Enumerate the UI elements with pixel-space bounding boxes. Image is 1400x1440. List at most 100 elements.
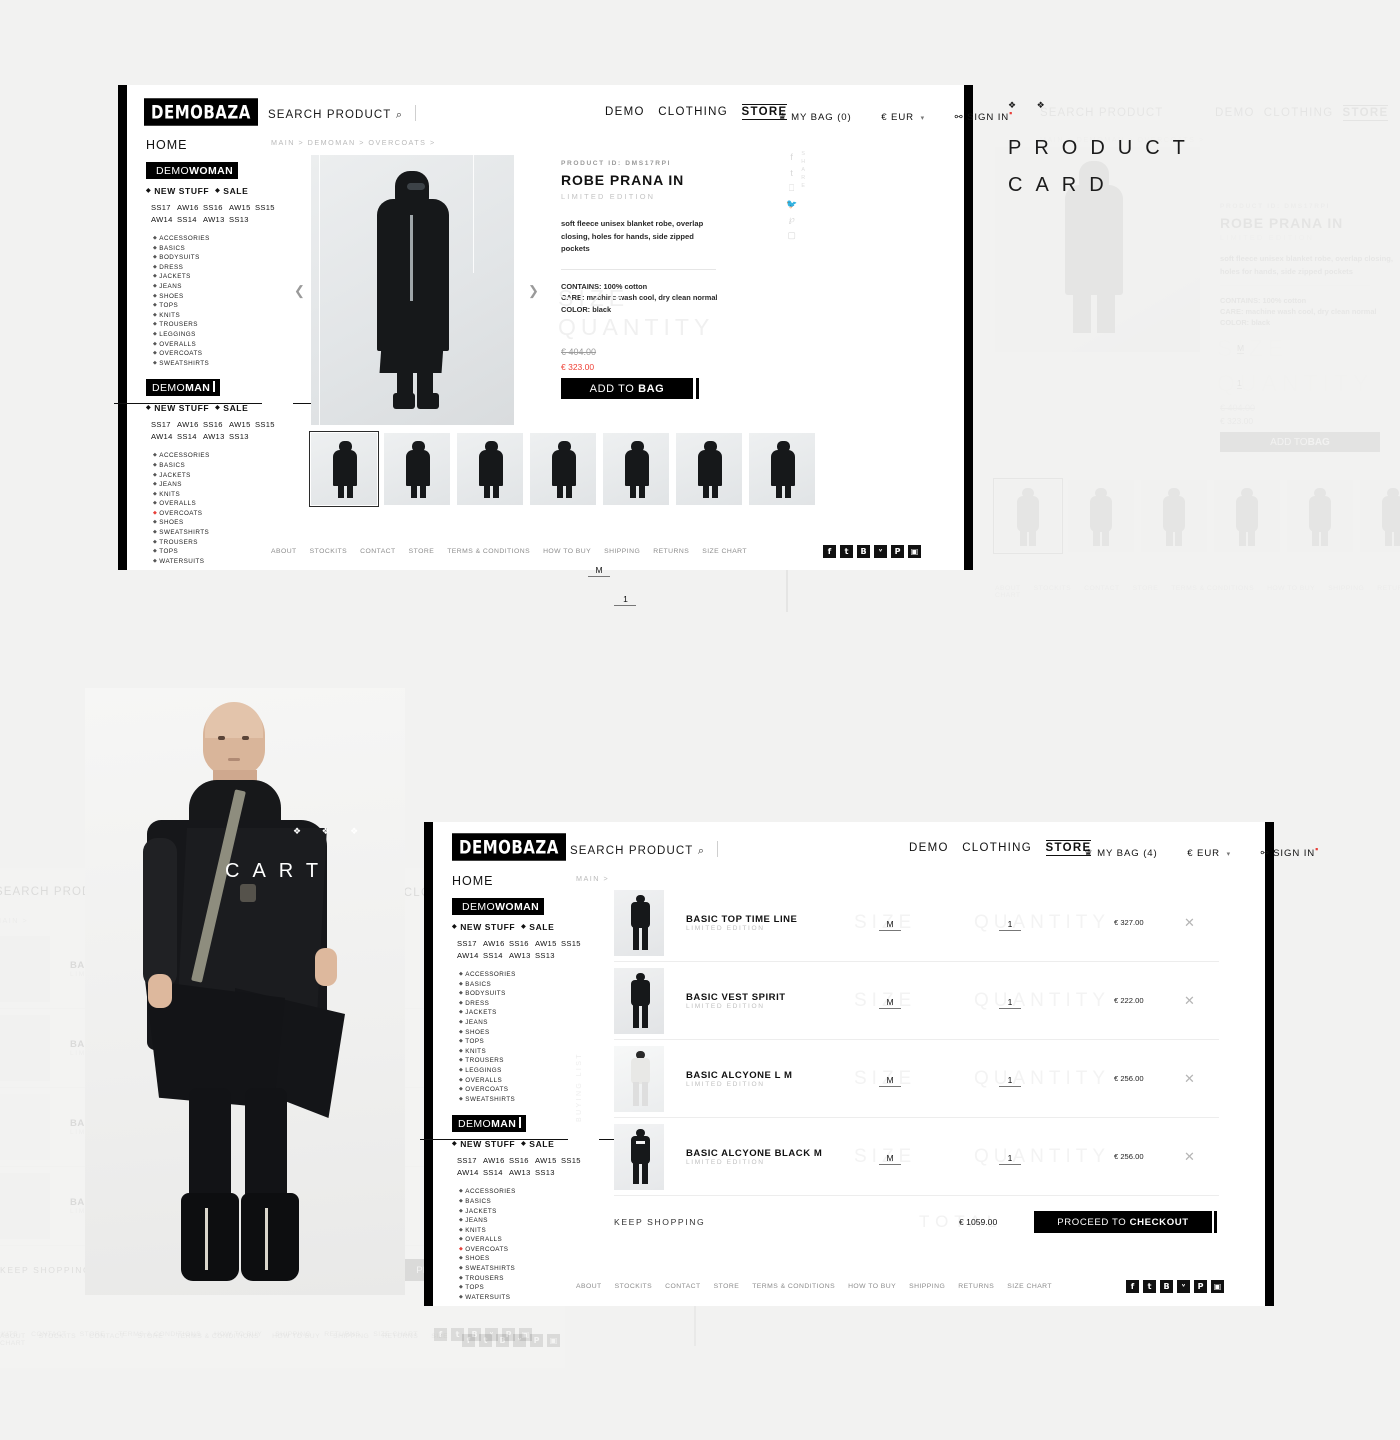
cart-sidebar-item-man-watersuits[interactable]: ◆ WATERSUITS (459, 1293, 602, 1303)
cart-man-newstuff-sale[interactable]: ◆ NEW STUFF ◆ SALE (452, 1139, 602, 1149)
cart-sidebar-item-man-knits[interactable]: ◆ KNITS (459, 1226, 602, 1236)
sidebar-item-bodysuits[interactable]: ◆ BODYSUITS (153, 253, 296, 263)
tumblr-icon[interactable]: t (786, 166, 797, 182)
add-to-bag-button[interactable]: ADD TO BAG (561, 378, 693, 399)
sidebar-item-shoes[interactable]: ◆ SHOES (153, 292, 296, 302)
facebook-icon[interactable]: f (823, 545, 836, 558)
footer-link-shipping[interactable]: SHIPPING (909, 1283, 945, 1290)
footer-link-contact[interactable]: CONTACT (360, 548, 396, 555)
proceed-to-checkout-button[interactable]: PROCEED TO CHECKOUT (1034, 1211, 1212, 1233)
footer-link-about[interactable]: ABOUT (271, 548, 297, 555)
sidebar-item-tops[interactable]: ◆ TOPS (153, 301, 296, 311)
item-thumbnail[interactable] (614, 889, 664, 956)
facebook-icon[interactable]: f (786, 150, 797, 166)
close-icon[interactable]: ✕ (1184, 1149, 1195, 1165)
quantity-select[interactable]: 1 2 3 4 5 (614, 594, 637, 606)
footer-link-stockits[interactable]: STOCKITS (615, 1283, 652, 1290)
sidebar-item-man-watersuits[interactable]: ◆ WATERSUITS (153, 557, 296, 567)
item-thumbnail[interactable] (614, 1123, 664, 1190)
product-main-image[interactable] (311, 155, 514, 425)
cart-nav-clothing[interactable]: CLOTHING (962, 842, 1032, 854)
cart-sidebar-section-demoman[interactable]: DEMOMAN (452, 1115, 527, 1133)
footer-social[interactable]: f t B ᵛ P ▣ (823, 545, 921, 558)
sidebar-item-man-sweatshirts[interactable]: ◆ SWEATSHIRTS (153, 528, 296, 538)
thumbnail-item[interactable] (384, 433, 450, 505)
sidebar-item-man-accessories[interactable]: ◆ ACCESSORIES (153, 451, 296, 461)
pinterest-icon[interactable]: P (1194, 1280, 1207, 1293)
cart-search-product[interactable]: SEARCH PRODUCT ⌕ (570, 841, 719, 859)
footer-link-contact[interactable]: CONTACT (665, 1283, 701, 1290)
row-qty-selector[interactable]: 123 (999, 992, 1021, 1010)
tumblr-icon[interactable]: t (840, 545, 853, 558)
sidebar-item-man-jackets[interactable]: ◆ JACKETS (153, 471, 296, 481)
blogger-icon[interactable]: ⎕ (786, 181, 797, 197)
cart-sidebar-item-man-shoes[interactable]: ◆ SHOES (459, 1254, 602, 1264)
search-product[interactable]: SEARCH PRODUCT ⌕ (268, 105, 417, 123)
woman-newstuff-sale[interactable]: ◆ NEW STUFF ◆ SALE (146, 186, 296, 196)
instagram-icon[interactable]: ▣ (1211, 1280, 1224, 1293)
row-size-select[interactable]: SML (879, 996, 901, 1009)
close-icon[interactable]: ✕ (1184, 1071, 1195, 1087)
row-size-selector[interactable]: SML (879, 1070, 901, 1088)
my-bag-button[interactable]: ♛ MY BAG (0) (778, 112, 852, 123)
thumbnail-strip[interactable] (309, 431, 815, 507)
sidebar-item-man-jeans[interactable]: ◆ JEANS (153, 480, 296, 490)
facebook-icon[interactable]: f (1126, 1280, 1139, 1293)
footer-link-shipping[interactable]: SHIPPING (604, 548, 640, 555)
cart-store-nav[interactable]: DEMO CLOTHING STORE (909, 840, 1092, 856)
footer-link-returns[interactable]: RETURNS (958, 1283, 994, 1290)
thumbnail-item[interactable] (749, 433, 815, 505)
size-select[interactable]: XS S M L XL (588, 565, 610, 577)
table-row[interactable]: BASIC ALCYONE BLACK M LIMITED EDITION SI… (614, 1118, 1219, 1195)
row-size-select[interactable]: SML (879, 1152, 901, 1165)
store-nav[interactable]: DEMO CLOTHING STORE (605, 104, 788, 120)
cart-nav-demo[interactable]: DEMO (909, 842, 949, 854)
blogger-icon[interactable]: B (1160, 1280, 1173, 1293)
footer-links[interactable]: ABOUT STOCKITS CONTACT STORE TERMS & CONDITI… (271, 548, 760, 555)
nav-clothing[interactable]: CLOTHING (658, 106, 728, 118)
thumbnail-item[interactable] (530, 433, 596, 505)
footer-link-stockits[interactable]: STOCKITS (310, 548, 347, 555)
thumbnail-item[interactable] (309, 431, 379, 507)
row-qty-select[interactable]: 123 (999, 918, 1021, 931)
cart-woman-newstuff-sale[interactable]: ◆ NEW STUFF ◆ SALE (452, 922, 602, 932)
sidebar-item-man-basics[interactable]: ◆ BASICS (153, 461, 296, 471)
sidebar-item-overcoats[interactable]: ◆ OVERCOATS (153, 349, 296, 359)
currency-selector[interactable]: € EUR ▾ (881, 112, 925, 123)
sidebar-item-dress[interactable]: ◆ DRESS (153, 263, 296, 273)
cart-sidebar-item-man-accessories[interactable]: ◆ ACCESSORIES (459, 1187, 602, 1197)
sidebar-item-jeans[interactable]: ◆ JEANS (153, 282, 296, 292)
table-row[interactable]: BASIC TOP TIME LINE LIMITED EDITION SIZE… (614, 884, 1219, 961)
tumblr-icon[interactable]: t (1143, 1280, 1156, 1293)
cart-sidebar-item-man-jackets[interactable]: ◆ JACKETS (459, 1207, 602, 1217)
cart-sidebar-item-man-overcoats[interactable]: ◆ OVERCOATS (459, 1245, 602, 1255)
thumbnail-item[interactable] (457, 433, 523, 505)
twitter-icon[interactable]: ᵛ (1177, 1280, 1190, 1293)
footer-link-returns[interactable]: RETURNS (653, 548, 689, 555)
cart-sidebar-item-man-sweatshirts[interactable]: ◆ SWEATSHIRTS (459, 1264, 602, 1274)
footer-link-terms[interactable]: TERMS & CONDITIONS (752, 1283, 835, 1290)
row-qty-select[interactable]: 123 (999, 996, 1021, 1009)
cart-man-seasons[interactable]: SS17 AW16 SS16 AW15 SS15 AW14 SS14 AW13 SS13 (457, 1155, 602, 1179)
row-size-selector[interactable]: SML (879, 914, 901, 932)
pinterest-icon[interactable]: ℘ (786, 212, 797, 228)
sidebar-item-trousers[interactable]: ◆ TROUSERS (153, 320, 296, 330)
row-qty-select[interactable]: 123 (999, 1152, 1021, 1165)
sidebar-item-knits[interactable]: ◆ KNITS (153, 311, 296, 321)
search-icon[interactable]: ⌕ (698, 845, 704, 857)
nav-demo[interactable]: DEMO (605, 106, 645, 118)
sign-in-button[interactable]: ⚯ SIGN IN▪ (955, 108, 1014, 123)
instagram-icon[interactable]: ▣ (908, 545, 921, 558)
blogger-icon[interactable]: B (857, 545, 870, 558)
size-selector[interactable]: XS S M L XL (588, 560, 610, 578)
cart-sign-in-button[interactable]: ⚯ SIGN IN▪ (1261, 844, 1320, 859)
item-thumbnail[interactable] (614, 1045, 664, 1112)
footer-link-howtobuy[interactable]: HOW TO BUY (543, 548, 591, 555)
brand-logo[interactable]: DEMOBAZA (144, 98, 258, 126)
sidebar-item-basics[interactable]: ◆ BASICS (153, 244, 296, 254)
cart-currency-selector[interactable]: € EUR ▾ (1187, 848, 1231, 859)
cart-sidebar-item-man-overalls[interactable]: ◆ OVERALLS (459, 1235, 602, 1245)
sidebar-item-jackets[interactable]: ◆ JACKETS (153, 272, 296, 282)
footer-link-store[interactable]: STORE (409, 548, 435, 555)
sidebar-item-man-knits[interactable]: ◆ KNITS (153, 490, 296, 500)
